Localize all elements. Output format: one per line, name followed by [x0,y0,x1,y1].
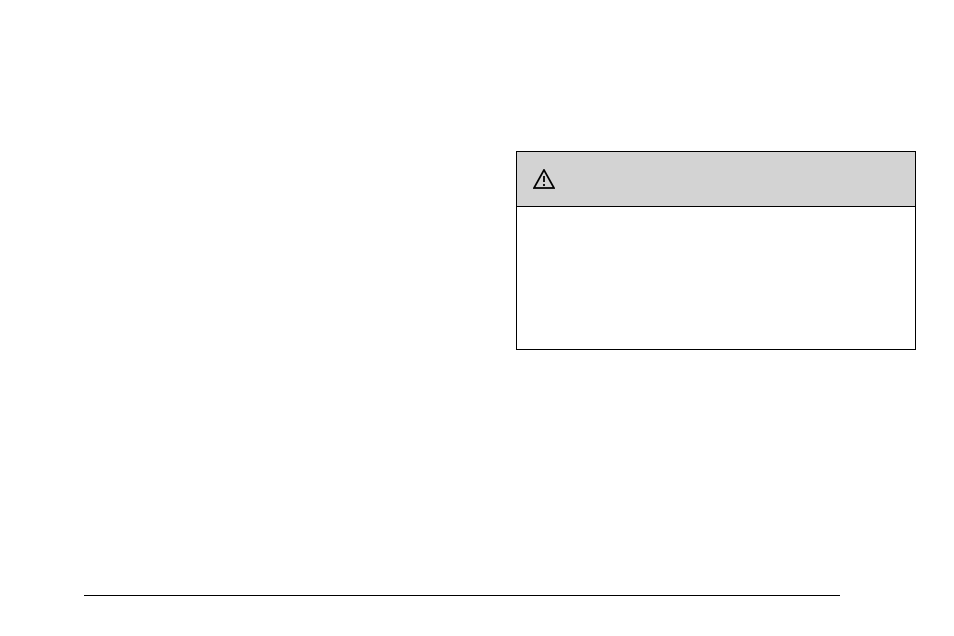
warning-triangle-icon [533,169,555,189]
warning-header [517,152,915,207]
warning-body [517,207,915,349]
warning-callout-box [516,151,916,350]
page-divider [84,595,840,596]
